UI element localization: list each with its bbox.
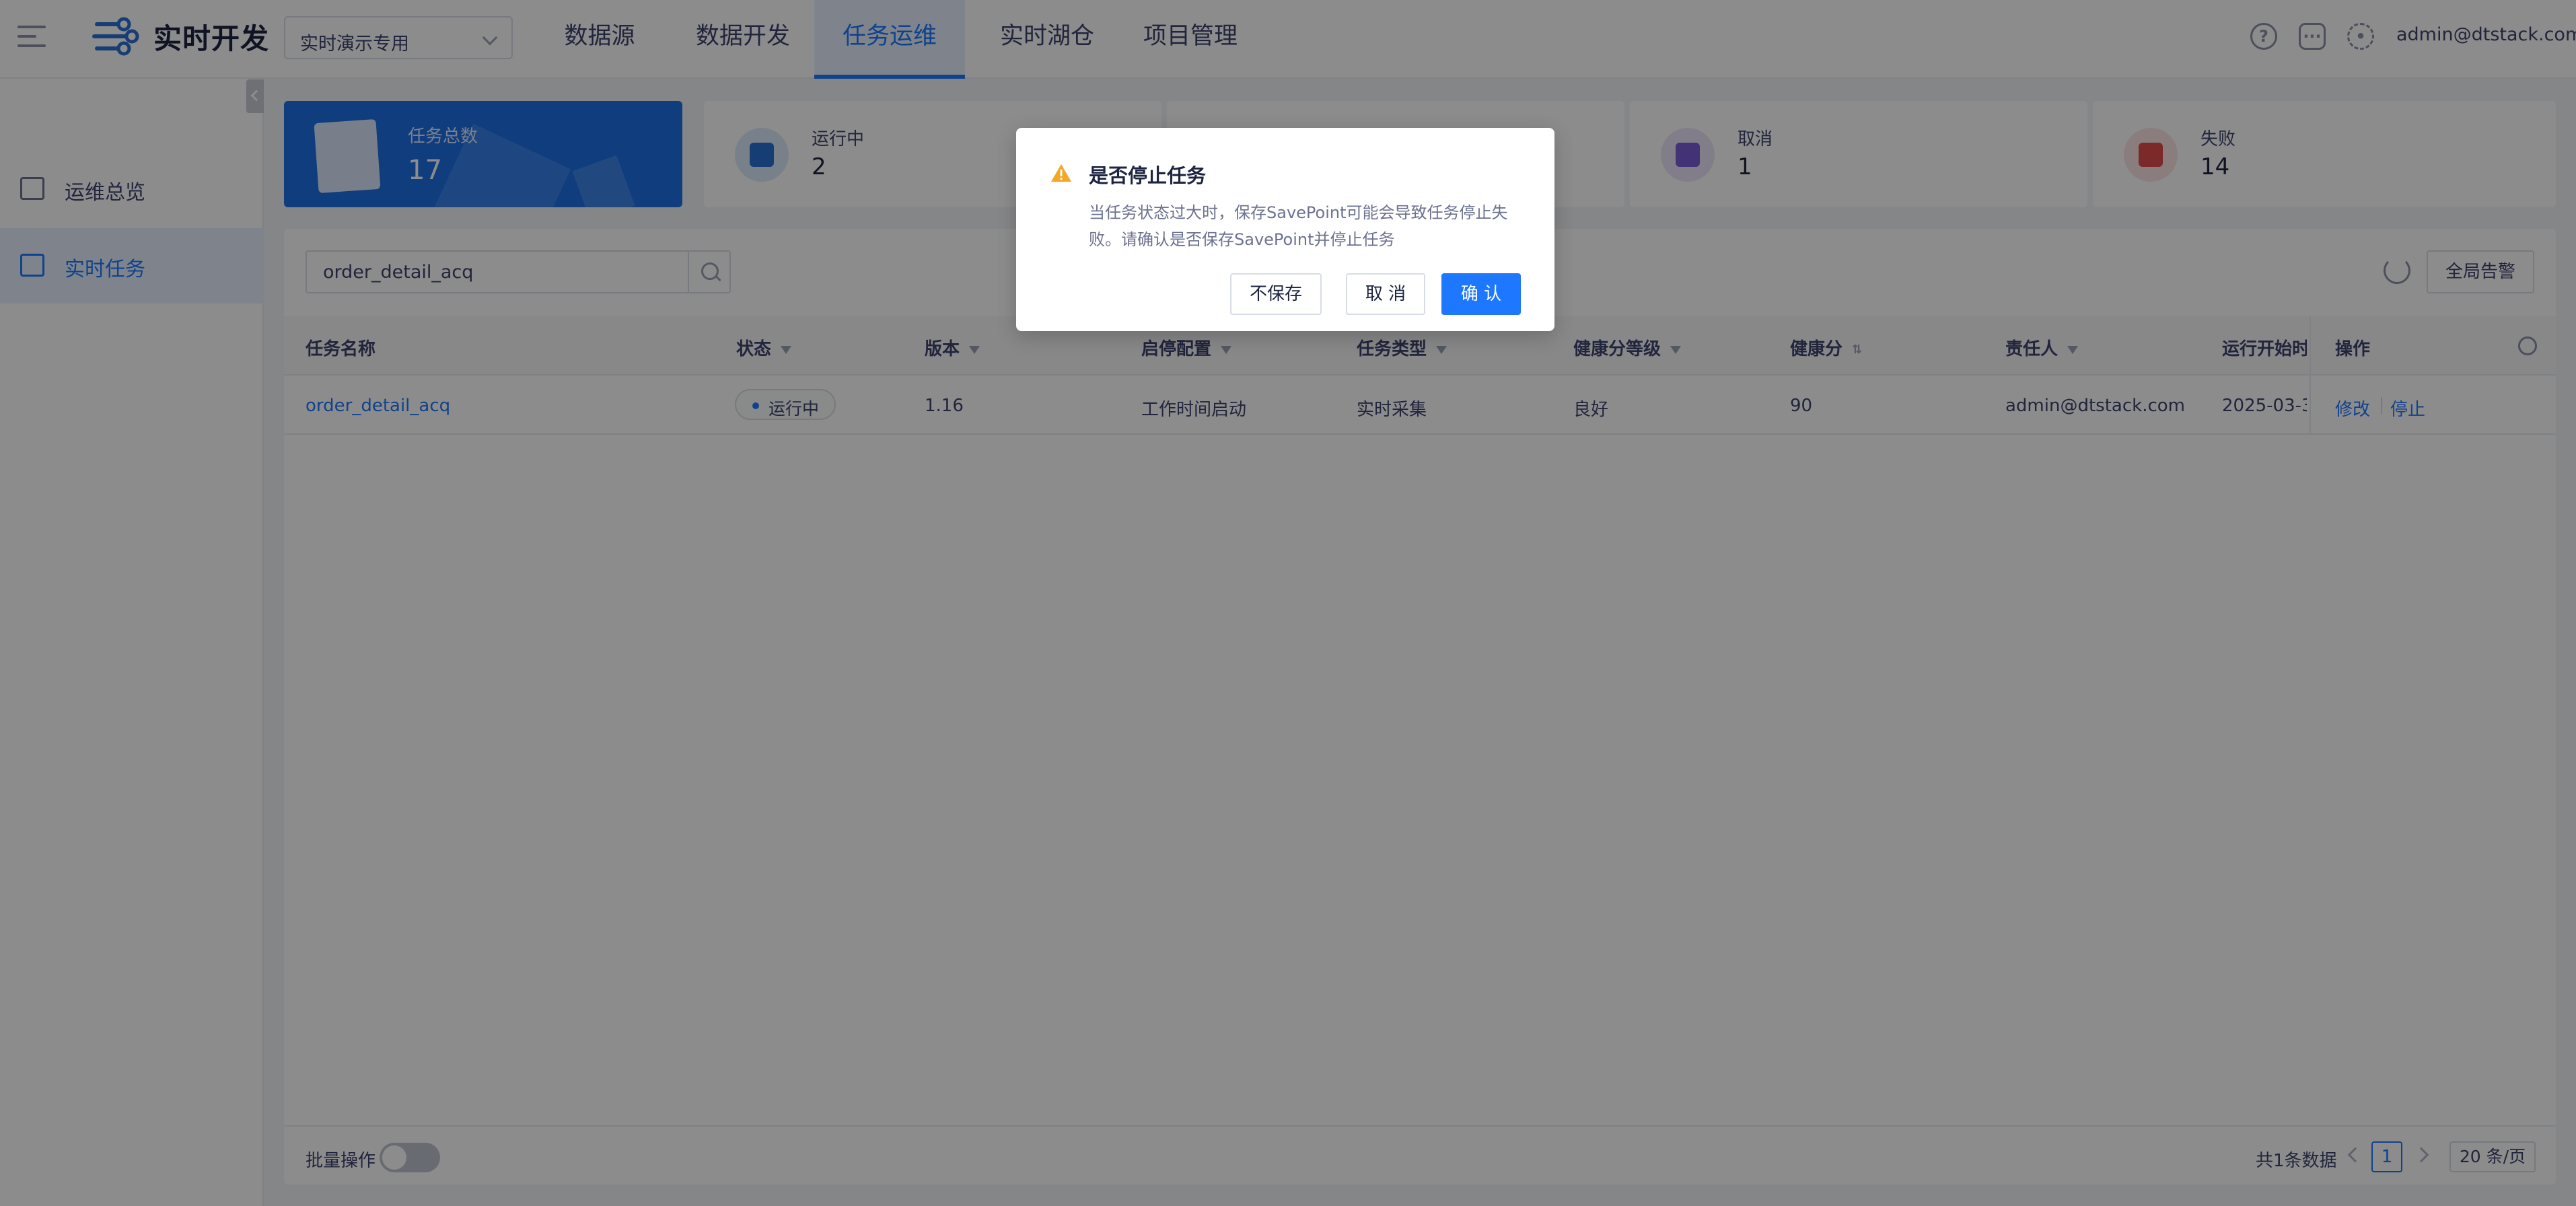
no-save-button[interactable]: 不保存 bbox=[1230, 273, 1322, 315]
cancel-button[interactable]: 取 消 bbox=[1346, 273, 1425, 315]
dialog-content: 当任务状态过大时，保存SavePoint可能会导致任务停止失败。请确认是否保存S… bbox=[1089, 203, 1508, 249]
warning-icon bbox=[1051, 164, 1071, 182]
stop-task-dialog: 是否停止任务 当任务状态过大时，保存SavePoint可能会导致任务停止失败。请… bbox=[1016, 128, 1554, 331]
app-root: 实时开发 实时演示专用 数据源 数据开发 任务运维 实时湖仓 项目管理 ? ··… bbox=[0, 0, 2576, 1206]
dialog-title: 是否停止任务 bbox=[1089, 164, 1207, 187]
confirm-button[interactable]: 确 认 bbox=[1441, 273, 1521, 315]
